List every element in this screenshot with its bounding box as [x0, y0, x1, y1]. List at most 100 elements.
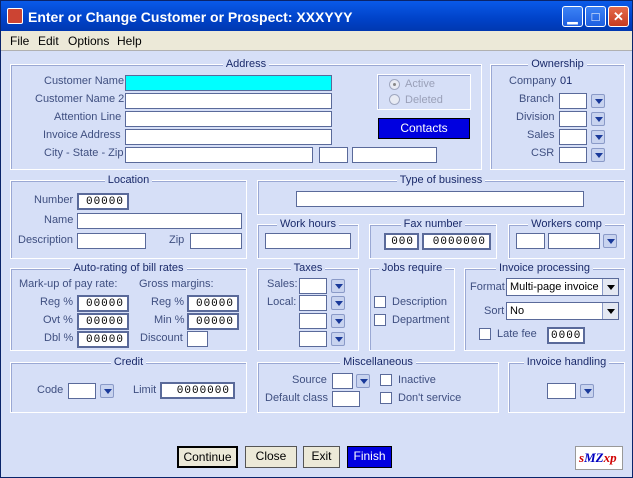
- dont-service-label: Don't service: [398, 392, 462, 404]
- fax-area-input[interactable]: 000: [384, 233, 419, 250]
- late-fee-input[interactable]: 0000: [547, 327, 585, 344]
- gross-min-input[interactable]: 00000: [187, 313, 239, 330]
- discount-label: Discount: [140, 332, 183, 344]
- city-input[interactable]: [125, 147, 313, 163]
- default-class-input[interactable]: [332, 391, 360, 407]
- local-tax-input-1[interactable]: [299, 295, 327, 311]
- local-tax-input-3[interactable]: [299, 331, 327, 347]
- close-button[interactable]: Close: [245, 446, 297, 468]
- local-tax-2-dropdown-icon[interactable]: [331, 314, 345, 328]
- menu-file[interactable]: File: [10, 34, 29, 48]
- attention-line-input[interactable]: [125, 111, 332, 127]
- invoice-handling-input[interactable]: [547, 383, 576, 399]
- markup-reg-input[interactable]: 00000: [77, 295, 129, 312]
- department-checkbox[interactable]: [374, 314, 386, 326]
- description-label: Description: [392, 296, 448, 308]
- jobs-require-panel: Jobs require: [369, 262, 455, 351]
- invoice-address-input[interactable]: [125, 129, 332, 145]
- customer-name-input[interactable]: [125, 75, 332, 91]
- discount-input[interactable]: [187, 331, 208, 347]
- smz-logo: sMZxp: [575, 446, 623, 470]
- credit-limit-input[interactable]: 0000000: [160, 382, 235, 399]
- customer-name2-label: Customer Name 2: [35, 93, 125, 105]
- branch-dropdown-icon[interactable]: [591, 94, 605, 108]
- csr-dropdown-icon[interactable]: [591, 148, 605, 162]
- location-name-label: Name: [44, 214, 74, 226]
- workers-comp-dropdown-icon[interactable]: [603, 234, 617, 248]
- state-input[interactable]: [319, 147, 348, 163]
- menu-edit[interactable]: Edit: [38, 34, 59, 48]
- location-number-input[interactable]: 00000: [77, 193, 129, 210]
- markup-ovt-label: Ovt %: [43, 314, 73, 326]
- business-type-input[interactable]: [296, 191, 584, 207]
- format-value: Multi-page invoice: [510, 281, 599, 293]
- sort-value: No: [510, 305, 525, 317]
- markup-reg-label: Reg %: [40, 296, 74, 308]
- gross-reg-label: Reg %: [151, 296, 185, 308]
- sales-tax-input[interactable]: [299, 278, 327, 294]
- division-dropdown-icon[interactable]: [591, 112, 605, 126]
- fax-number-input[interactable]: 0000000: [422, 233, 491, 250]
- zip-input[interactable]: [352, 147, 437, 163]
- maximize-button[interactable]: □: [585, 6, 606, 27]
- format-label: Format: [470, 281, 505, 293]
- default-class-label: Default class: [265, 392, 328, 404]
- window-title: Enter or Change Customer or Prospect: XX…: [28, 9, 353, 25]
- markup-ovt-input[interactable]: 00000: [77, 313, 129, 330]
- credit-code-input[interactable]: [68, 383, 96, 399]
- workers-comp-code-input[interactable]: [516, 233, 545, 249]
- menu-bar: File Edit Options Help: [1, 31, 632, 51]
- sales-input[interactable]: [559, 129, 587, 145]
- continue-button[interactable]: Continue: [177, 446, 238, 468]
- local-tax-3-dropdown-icon[interactable]: [331, 332, 345, 346]
- menu-help[interactable]: Help: [117, 34, 142, 48]
- customer-name-label: Customer Name: [44, 75, 125, 87]
- credit-code-dropdown-icon[interactable]: [100, 384, 114, 398]
- invoice-handling-dropdown-icon[interactable]: [580, 384, 594, 398]
- close-window-button[interactable]: ✕: [608, 6, 629, 27]
- sort-select[interactable]: No: [506, 302, 619, 320]
- minimize-button[interactable]: ▁: [562, 6, 583, 27]
- contacts-button[interactable]: Contacts: [378, 118, 470, 139]
- format-dropdown-icon[interactable]: [602, 279, 618, 295]
- gross-min-label: Min %: [154, 314, 185, 326]
- division-input[interactable]: [559, 111, 587, 127]
- sales-dropdown-icon[interactable]: [591, 130, 605, 144]
- credit-limit-label: Limit: [133, 384, 157, 396]
- late-fee-checkbox[interactable]: [479, 328, 491, 340]
- location-zip-input[interactable]: [190, 233, 242, 249]
- work-hours-input[interactable]: [265, 233, 351, 249]
- sort-dropdown-icon[interactable]: [602, 303, 618, 319]
- menu-options[interactable]: Options: [68, 34, 109, 48]
- location-name-input[interactable]: [77, 213, 242, 229]
- local-tax-1-dropdown-icon[interactable]: [331, 296, 345, 310]
- gross-reg-input[interactable]: 00000: [187, 295, 239, 312]
- active-radio[interactable]: [389, 79, 400, 90]
- sales-tax-dropdown-icon[interactable]: [331, 279, 345, 293]
- workers-comp-input[interactable]: [548, 233, 600, 249]
- customer-name2-input[interactable]: [125, 93, 332, 109]
- branch-label: Branch: [519, 93, 554, 105]
- company-value: 01: [560, 75, 573, 87]
- location-description-input[interactable]: [77, 233, 146, 249]
- source-input[interactable]: [332, 373, 353, 389]
- dont-service-checkbox[interactable]: [380, 392, 392, 404]
- deleted-radio[interactable]: [389, 94, 400, 105]
- description-checkbox[interactable]: [374, 296, 386, 308]
- location-number-label: Number: [34, 194, 74, 206]
- exit-button[interactable]: Exit: [303, 446, 340, 468]
- csr-input[interactable]: [559, 147, 587, 163]
- finish-button[interactable]: Finish: [347, 446, 392, 468]
- location-description-label: Description: [18, 234, 74, 246]
- source-label: Source: [292, 374, 327, 386]
- format-select[interactable]: Multi-page invoice: [506, 278, 619, 296]
- taxes-title: Taxes: [290, 262, 326, 274]
- inactive-checkbox[interactable]: [380, 374, 392, 386]
- local-tax-input-2[interactable]: [299, 313, 327, 329]
- late-fee-label: Late fee: [497, 328, 537, 340]
- credit-title: Credit: [110, 356, 147, 368]
- location-title: Location: [104, 174, 153, 186]
- source-dropdown-icon[interactable]: [356, 374, 370, 388]
- markup-dbl-input[interactable]: 00000: [77, 331, 129, 348]
- branch-input[interactable]: [559, 93, 587, 109]
